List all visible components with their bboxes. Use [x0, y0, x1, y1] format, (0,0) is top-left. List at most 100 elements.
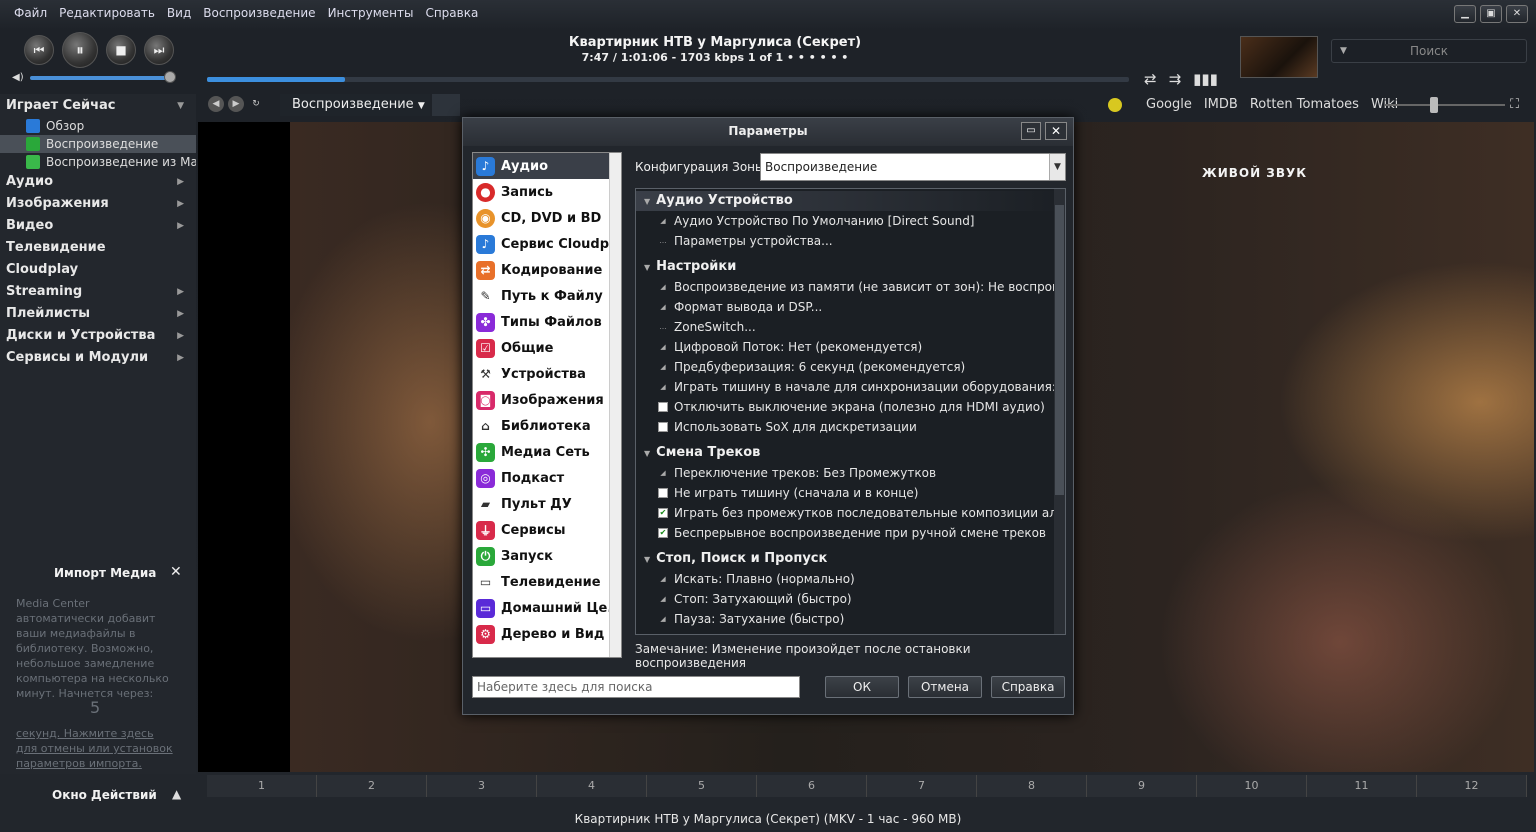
category-library[interactable]: ⌂ Библиотека [473, 413, 621, 439]
status-dot-icon[interactable] [1108, 97, 1122, 112]
seek-bar[interactable] [207, 77, 1129, 82]
setting-row[interactable]: … ZoneSwitch... [636, 317, 1065, 337]
setting-row[interactable]: … Параметры устройства... [636, 231, 1065, 251]
volume-slider[interactable] [29, 70, 176, 83]
chapter-marker[interactable]: 2 [317, 775, 427, 797]
search-dropdown-icon[interactable]: ▼ [1340, 40, 1347, 62]
group-track-change[interactable]: ▼ Смена Треков [636, 443, 1065, 463]
maximize-icon[interactable]: ▣ [1480, 5, 1502, 23]
sidebar-item-services[interactable]: Сервисы и Модули ▶ [0, 347, 196, 369]
chapter-marker[interactable]: 11 [1307, 775, 1417, 797]
stop-button[interactable]: ■ [106, 35, 136, 65]
chapter-marker[interactable]: 6 [757, 775, 867, 797]
category-images[interactable]: ◙ Изображения [473, 387, 621, 413]
collapse-icon[interactable]: ▼ [644, 555, 650, 564]
minimize-icon[interactable]: ▁ [1454, 5, 1476, 23]
category-general[interactable]: ☑ Общие [473, 335, 621, 361]
category-services[interactable]: ⏚ Сервисы [473, 517, 621, 543]
sidebar-item-video[interactable]: Видео ▶ [0, 215, 196, 237]
next-track-button[interactable]: ⏭ [144, 35, 174, 65]
setting-row[interactable]: ◢ Стоп: Затухающий (быстро) [636, 589, 1065, 609]
menu-edit[interactable]: Редактировать [59, 6, 155, 20]
zoom-slider-knob[interactable] [1430, 97, 1438, 113]
sidebar-item-cloudplay[interactable]: Cloudplay [0, 259, 196, 281]
collapse-icon[interactable]: ▼ [644, 263, 650, 272]
menu-playback[interactable]: Воспроизведение [203, 6, 315, 20]
setting-row[interactable]: ◢ Воспроизведение из памяти (не зависит о… [636, 277, 1065, 297]
close-icon[interactable]: ✕ [1506, 5, 1528, 23]
category-audio[interactable]: ♪ Аудио [473, 153, 621, 179]
search-input[interactable]: ▼ Поиск [1331, 39, 1527, 63]
cancel-button[interactable]: Отмена [908, 676, 982, 698]
sidebar-item-streaming[interactable]: Streaming ▶ [0, 281, 196, 303]
close-icon[interactable]: ✕ [170, 564, 182, 580]
repeat-icon[interactable]: ⇄ [1144, 70, 1157, 88]
chevron-up-icon[interactable]: ▲ [172, 787, 181, 801]
category-tv[interactable]: ▭ Телевидение [473, 569, 621, 595]
chapter-marker[interactable]: 3 [427, 775, 537, 797]
volume-knob[interactable] [163, 70, 176, 83]
sidebar-item-overview[interactable]: Обзор [0, 117, 196, 135]
setting-row[interactable]: ◢ Переключение треков: Без Промежутков [636, 463, 1065, 483]
action-window-label[interactable]: Окно Действий [52, 788, 157, 802]
category-cloud[interactable]: ♪ Сервис Cloudp... [473, 231, 621, 257]
back-icon[interactable]: ◀ [208, 96, 224, 112]
collapse-icon[interactable]: ▼ [644, 197, 650, 206]
link-google[interactable]: Google [1146, 97, 1192, 112]
category-remote[interactable]: ▰ Пульт ДУ [473, 491, 621, 517]
setting-row[interactable]: ◢ Цифровой Поток: Нет (рекомендуется) [636, 337, 1065, 357]
setting-row[interactable]: ◢ Аудио Устройство По Умолчанию [Direct S… [636, 211, 1065, 231]
setting-checkbox-row[interactable]: ✔ Беспрерывное воспроизведение при ручной… [636, 523, 1065, 543]
dialog-titlebar[interactable]: Параметры ▭ ✕ [463, 118, 1073, 146]
chapter-marker[interactable]: 5 [647, 775, 757, 797]
category-file-types[interactable]: ✤ Типы Файлов [473, 309, 621, 335]
category-scrollbar[interactable] [609, 153, 621, 657]
sidebar-item-playlists[interactable]: Плейлисты ▶ [0, 303, 196, 325]
chapter-marker[interactable]: 4 [537, 775, 647, 797]
previous-track-button[interactable]: ⏮ [24, 35, 54, 65]
checkbox-unchecked[interactable] [658, 488, 668, 498]
view-dropdown[interactable]: Воспроизведение ▼ [280, 94, 430, 116]
pause-button[interactable]: ⏸ [62, 32, 98, 68]
category-home-theater[interactable]: ▭ Домашний Це... [473, 595, 621, 621]
setting-row[interactable]: ◢ Предбуферизация: 6 секунд (рекомендуетс… [636, 357, 1065, 377]
help-button[interactable]: Справка [991, 676, 1065, 698]
chapter-marker[interactable]: 9 [1087, 775, 1197, 797]
checkbox-checked[interactable]: ✔ [658, 528, 668, 538]
refresh-icon[interactable]: ↻ [248, 96, 264, 112]
zoom-slider[interactable] [1385, 104, 1505, 106]
settings-scrollbar[interactable] [1054, 189, 1065, 634]
sidebar-item-playback-from[interactable]: Воспроизведение из Ма... [0, 153, 196, 171]
category-podcast[interactable]: ◎ Подкаст [473, 465, 621, 491]
menu-file[interactable]: Файл [14, 6, 47, 20]
sidebar-item-images[interactable]: Изображения ▶ [0, 193, 196, 215]
forward-icon[interactable]: ▶ [228, 96, 244, 112]
checkbox-checked[interactable]: ✔ [658, 508, 668, 518]
menu-view[interactable]: Вид [167, 6, 191, 20]
chapter-marker[interactable]: 1 [207, 775, 317, 797]
category-tree-view[interactable]: ⚙ Дерево и Вид [473, 621, 621, 647]
sidebar-now-playing[interactable]: Играет Сейчас ▼ [0, 95, 196, 117]
chapter-marker[interactable]: 10 [1197, 775, 1307, 797]
setting-row[interactable]: ◢ Искать: Плавно (нормально) [636, 569, 1065, 589]
category-cd-dvd[interactable]: ◉ CD, DVD и BD [473, 205, 621, 231]
menu-help[interactable]: Справка [425, 6, 478, 20]
ok-button[interactable]: ОК [825, 676, 899, 698]
group-audio-device[interactable]: ▼ Аудио Устройство [636, 191, 1065, 211]
setting-row[interactable]: ◢ Пауза: Затухание (быстро) [636, 609, 1065, 629]
checkbox-unchecked[interactable] [658, 422, 668, 432]
scrollbar-thumb[interactable] [1055, 205, 1064, 495]
dialog-search-input[interactable]: Наберите здесь для поиска [472, 676, 800, 698]
setting-checkbox-row[interactable]: ✔ Играть без промежутков последовательные… [636, 503, 1065, 523]
chapter-marker[interactable]: 8 [977, 775, 1087, 797]
chapter-marker[interactable]: 7 [867, 775, 977, 797]
category-media-network[interactable]: ✣ Медиа Сеть [473, 439, 621, 465]
maximize-icon[interactable]: ▭ [1021, 122, 1041, 140]
category-record[interactable]: ● Запись [473, 179, 621, 205]
sidebar-item-audio[interactable]: Аудио ▶ [0, 171, 196, 193]
collapse-icon[interactable]: ▼ [644, 449, 650, 458]
setting-checkbox-row[interactable]: Отключить выключение экрана (полезно для… [636, 397, 1065, 417]
sidebar-item-playback[interactable]: Воспроизведение [0, 135, 196, 153]
chapter-marker[interactable]: 12 [1417, 775, 1527, 797]
sidebar-item-tv[interactable]: Телевидение [0, 237, 196, 259]
